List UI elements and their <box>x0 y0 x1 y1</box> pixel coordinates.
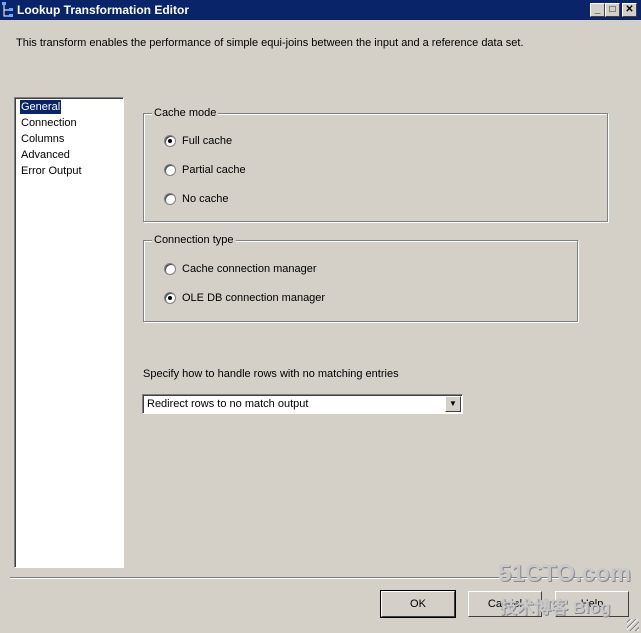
cache-mode-legend: Cache mode <box>152 107 219 119</box>
page-list[interactable]: General Connection Columns Advanced Erro… <box>14 97 124 568</box>
help-button[interactable]: Help <box>555 591 629 617</box>
chevron-down-icon[interactable]: ▼ <box>445 396 461 412</box>
close-button[interactable]: ✕ <box>622 3 637 17</box>
minimize-button[interactable]: _ <box>590 3 605 17</box>
nav-item-general[interactable]: General <box>20 100 62 114</box>
no-match-label: Specify how to handle rows with no match… <box>143 368 399 380</box>
maximize-button[interactable]: □ <box>605 3 620 17</box>
ok-button[interactable]: OK <box>380 590 456 618</box>
radio-icon <box>164 135 176 147</box>
description: This transform enables the performance o… <box>16 37 524 49</box>
title-bar[interactable]: Lookup Transformation Editor _ □ ✕ <box>0 0 641 20</box>
nav-item-error-output[interactable]: Error Output <box>20 164 83 178</box>
app-icon <box>2 2 13 17</box>
no-match-value: Redirect rows to no match output <box>147 398 309 410</box>
cache-mode-group: Cache mode Full cache Partial cache No c… <box>143 107 608 222</box>
no-match-dropdown[interactable]: Redirect rows to no match output ▼ <box>142 394 463 414</box>
radio-label: Partial cache <box>182 164 246 176</box>
connection-type-legend: Connection type <box>152 234 236 246</box>
resize-grip[interactable] <box>627 619 639 631</box>
divider <box>10 577 631 579</box>
radio-icon <box>164 164 176 176</box>
connection-type-group: Connection type Cache connection manager… <box>143 234 578 322</box>
radio-label: Cache connection manager <box>182 263 317 275</box>
watermark-logo: 51CTO.com <box>498 560 631 587</box>
radio-label: Full cache <box>182 135 233 147</box>
nav-item-columns[interactable]: Columns <box>20 132 65 146</box>
radio-icon <box>164 263 176 275</box>
radio-icon <box>164 292 176 304</box>
window-title: Lookup Transformation Editor <box>17 3 190 17</box>
cancel-button[interactable]: Cancel <box>468 591 542 617</box>
nav-item-connection[interactable]: Connection <box>20 116 78 130</box>
radio-label: OLE DB connection manager <box>182 292 326 304</box>
radio-label: No cache <box>182 193 229 205</box>
nav-item-advanced[interactable]: Advanced <box>20 148 71 162</box>
radio-icon <box>164 193 176 205</box>
